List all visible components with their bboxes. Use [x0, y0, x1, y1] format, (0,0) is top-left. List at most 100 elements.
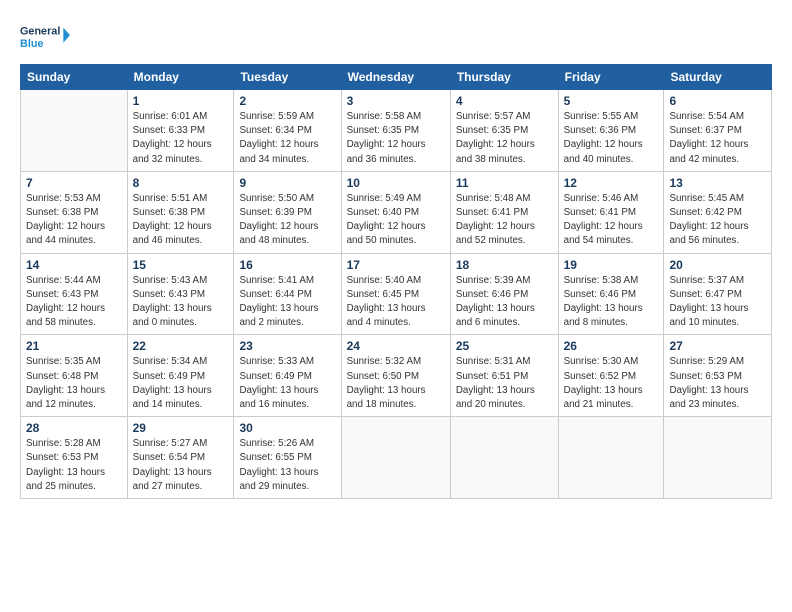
day-number: 30 [239, 421, 335, 435]
day-number: 9 [239, 176, 335, 190]
day-info: Sunrise: 5:48 AM Sunset: 6:41 PM Dayligh… [456, 192, 553, 249]
day-number: 18 [456, 258, 553, 272]
day-number: 27 [669, 339, 766, 353]
header: General Blue [20, 16, 772, 56]
page-container: General Blue Sunday Monday Tuesday Wedne… [0, 0, 792, 509]
day-info: Sunrise: 5:41 AM Sunset: 6:44 PM Dayligh… [239, 274, 335, 331]
table-row: 29 Sunrise: 5:27 AM Sunset: 6:54 PM Dayli… [127, 417, 234, 499]
table-row [341, 417, 450, 499]
day-number: 29 [133, 421, 229, 435]
day-info: Sunrise: 5:26 AM Sunset: 6:55 PM Dayligh… [239, 437, 335, 494]
day-number: 19 [564, 258, 659, 272]
day-info: Sunrise: 5:57 AM Sunset: 6:35 PM Dayligh… [456, 110, 553, 167]
table-row [21, 90, 128, 172]
calendar-table: Sunday Monday Tuesday Wednesday Thursday… [20, 64, 772, 499]
table-row: 13 Sunrise: 5:45 AM Sunset: 6:42 PM Dayli… [664, 171, 772, 253]
day-number: 28 [26, 421, 122, 435]
day-info: Sunrise: 5:54 AM Sunset: 6:37 PM Dayligh… [669, 110, 766, 167]
day-info: Sunrise: 5:53 AM Sunset: 6:38 PM Dayligh… [26, 192, 122, 249]
table-row: 2 Sunrise: 5:59 AM Sunset: 6:34 PM Daylig… [234, 90, 341, 172]
day-number: 5 [564, 94, 659, 108]
day-number: 25 [456, 339, 553, 353]
header-sunday: Sunday [21, 65, 128, 90]
day-number: 8 [133, 176, 229, 190]
day-info: Sunrise: 5:34 AM Sunset: 6:49 PM Dayligh… [133, 355, 229, 412]
day-info: Sunrise: 5:31 AM Sunset: 6:51 PM Dayligh… [456, 355, 553, 412]
table-row: 19 Sunrise: 5:38 AM Sunset: 6:46 PM Dayli… [558, 253, 664, 335]
day-info: Sunrise: 5:30 AM Sunset: 6:52 PM Dayligh… [564, 355, 659, 412]
day-info: Sunrise: 5:32 AM Sunset: 6:50 PM Dayligh… [347, 355, 445, 412]
table-row: 28 Sunrise: 5:28 AM Sunset: 6:53 PM Dayli… [21, 417, 128, 499]
table-row: 12 Sunrise: 5:46 AM Sunset: 6:41 PM Dayli… [558, 171, 664, 253]
weekday-header-row: Sunday Monday Tuesday Wednesday Thursday… [21, 65, 772, 90]
table-row: 27Sunrise: 5:29 AM Sunset: 6:53 PM Dayli… [664, 335, 772, 417]
day-info: Sunrise: 5:44 AM Sunset: 6:43 PM Dayligh… [26, 274, 122, 331]
table-row: 21 Sunrise: 5:35 AM Sunset: 6:48 PM Dayli… [21, 335, 128, 417]
table-row: 10 Sunrise: 5:49 AM Sunset: 6:40 PM Dayli… [341, 171, 450, 253]
table-row [664, 417, 772, 499]
day-number: 15 [133, 258, 229, 272]
day-number: 20 [669, 258, 766, 272]
day-info: Sunrise: 5:58 AM Sunset: 6:35 PM Dayligh… [347, 110, 445, 167]
day-number: 24 [347, 339, 445, 353]
day-info: Sunrise: 6:01 AM Sunset: 6:33 PM Dayligh… [133, 110, 229, 167]
day-info: Sunrise: 5:38 AM Sunset: 6:46 PM Dayligh… [564, 274, 659, 331]
day-info: Sunrise: 5:35 AM Sunset: 6:48 PM Dayligh… [26, 355, 122, 412]
day-info: Sunrise: 5:45 AM Sunset: 6:42 PM Dayligh… [669, 192, 766, 249]
day-number: 11 [456, 176, 553, 190]
day-info: Sunrise: 5:46 AM Sunset: 6:41 PM Dayligh… [564, 192, 659, 249]
logo-svg: General Blue [20, 16, 70, 56]
day-number: 6 [669, 94, 766, 108]
table-row: 17Sunrise: 5:40 AM Sunset: 6:45 PM Dayli… [341, 253, 450, 335]
table-row: 8 Sunrise: 5:51 AM Sunset: 6:38 PM Daylig… [127, 171, 234, 253]
logo: General Blue [20, 16, 70, 56]
table-row: 23 Sunrise: 5:33 AM Sunset: 6:49 PM Dayli… [234, 335, 341, 417]
day-number: 12 [564, 176, 659, 190]
day-number: 22 [133, 339, 229, 353]
day-number: 21 [26, 339, 122, 353]
table-row: 9 Sunrise: 5:50 AM Sunset: 6:39 PM Daylig… [234, 171, 341, 253]
day-number: 10 [347, 176, 445, 190]
day-number: 14 [26, 258, 122, 272]
day-number: 23 [239, 339, 335, 353]
table-row [450, 417, 558, 499]
table-row [558, 417, 664, 499]
table-row: 18 Sunrise: 5:39 AM Sunset: 6:46 PM Dayli… [450, 253, 558, 335]
table-row: 14 Sunrise: 5:44 AM Sunset: 6:43 PM Dayli… [21, 253, 128, 335]
table-row: 20 Sunrise: 5:37 AM Sunset: 6:47 PM Dayli… [664, 253, 772, 335]
table-row: 1 Sunrise: 6:01 AM Sunset: 6:33 PM Daylig… [127, 90, 234, 172]
table-row: 16 Sunrise: 5:41 AM Sunset: 6:44 PM Dayli… [234, 253, 341, 335]
day-number: 17 [347, 258, 445, 272]
day-info: Sunrise: 5:28 AM Sunset: 6:53 PM Dayligh… [26, 437, 122, 494]
day-info: Sunrise: 5:27 AM Sunset: 6:54 PM Dayligh… [133, 437, 229, 494]
table-row: 6 Sunrise: 5:54 AM Sunset: 6:37 PM Daylig… [664, 90, 772, 172]
svg-text:Blue: Blue [20, 38, 43, 50]
header-saturday: Saturday [664, 65, 772, 90]
header-tuesday: Tuesday [234, 65, 341, 90]
day-info: Sunrise: 5:43 AM Sunset: 6:43 PM Dayligh… [133, 274, 229, 331]
day-number: 3 [347, 94, 445, 108]
table-row: 3 Sunrise: 5:58 AM Sunset: 6:35 PM Daylig… [341, 90, 450, 172]
day-info: Sunrise: 5:51 AM Sunset: 6:38 PM Dayligh… [133, 192, 229, 249]
table-row: 5Sunrise: 5:55 AM Sunset: 6:36 PM Daylig… [558, 90, 664, 172]
day-info: Sunrise: 5:37 AM Sunset: 6:47 PM Dayligh… [669, 274, 766, 331]
day-number: 1 [133, 94, 229, 108]
day-info: Sunrise: 5:49 AM Sunset: 6:40 PM Dayligh… [347, 192, 445, 249]
day-info: Sunrise: 5:33 AM Sunset: 6:49 PM Dayligh… [239, 355, 335, 412]
day-info: Sunrise: 5:50 AM Sunset: 6:39 PM Dayligh… [239, 192, 335, 249]
table-row: 22 Sunrise: 5:34 AM Sunset: 6:49 PM Dayli… [127, 335, 234, 417]
day-number: 7 [26, 176, 122, 190]
day-info: Sunrise: 5:39 AM Sunset: 6:46 PM Dayligh… [456, 274, 553, 331]
day-info: Sunrise: 5:59 AM Sunset: 6:34 PM Dayligh… [239, 110, 335, 167]
svg-text:General: General [20, 25, 60, 37]
table-row: 7 Sunrise: 5:53 AM Sunset: 6:38 PM Daylig… [21, 171, 128, 253]
header-friday: Friday [558, 65, 664, 90]
header-monday: Monday [127, 65, 234, 90]
day-number: 2 [239, 94, 335, 108]
header-wednesday: Wednesday [341, 65, 450, 90]
table-row: 4Sunrise: 5:57 AM Sunset: 6:35 PM Daylig… [450, 90, 558, 172]
table-row: 30 Sunrise: 5:26 AM Sunset: 6:55 PM Dayli… [234, 417, 341, 499]
table-row: 15 Sunrise: 5:43 AM Sunset: 6:43 PM Dayli… [127, 253, 234, 335]
day-number: 16 [239, 258, 335, 272]
day-number: 13 [669, 176, 766, 190]
